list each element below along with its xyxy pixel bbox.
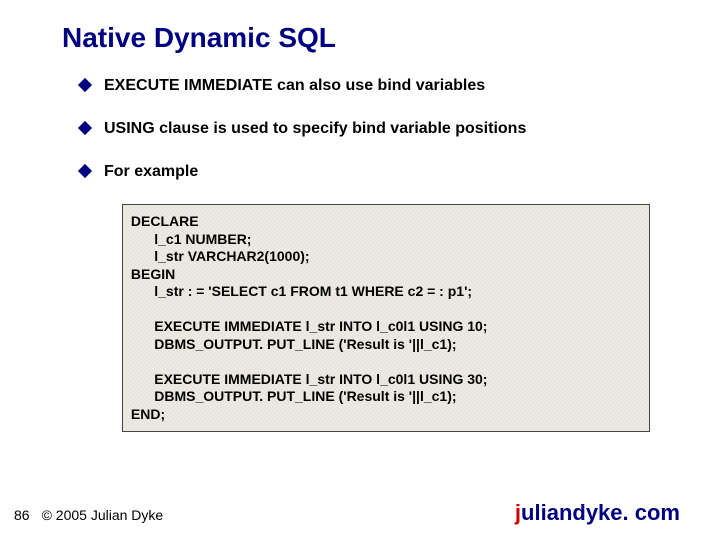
- bullet-text: USING clause is used to specify bind var…: [104, 119, 526, 140]
- domain-rest: uliandyke. com: [521, 500, 680, 525]
- footer: 86 © 2005 Julian Dyke juliandyke. com: [0, 500, 720, 526]
- slide: Native Dynamic SQL EXECUTE IMMEDIATE can…: [0, 0, 720, 540]
- diamond-icon: [78, 121, 92, 135]
- bullet-item: USING clause is used to specify bind var…: [80, 119, 680, 140]
- bullet-list: EXECUTE IMMEDIATE can also use bind vari…: [80, 76, 680, 182]
- footer-left: 86 © 2005 Julian Dyke: [14, 507, 163, 523]
- slide-title: Native Dynamic SQL: [62, 22, 680, 54]
- bullet-item: For example: [80, 162, 680, 183]
- diamond-icon: [78, 78, 92, 92]
- copyright: © 2005 Julian Dyke: [42, 507, 164, 523]
- page-number: 86: [14, 507, 30, 523]
- bullet-text: EXECUTE IMMEDIATE can also use bind vari…: [104, 76, 485, 97]
- code-block: DECLARE l_c1 NUMBER; l_str VARCHAR2(1000…: [122, 204, 650, 432]
- bullet-item: EXECUTE IMMEDIATE can also use bind vari…: [80, 76, 680, 97]
- domain-name: juliandyke. com: [515, 500, 680, 526]
- diamond-icon: [78, 164, 92, 178]
- bullet-text: For example: [104, 162, 198, 183]
